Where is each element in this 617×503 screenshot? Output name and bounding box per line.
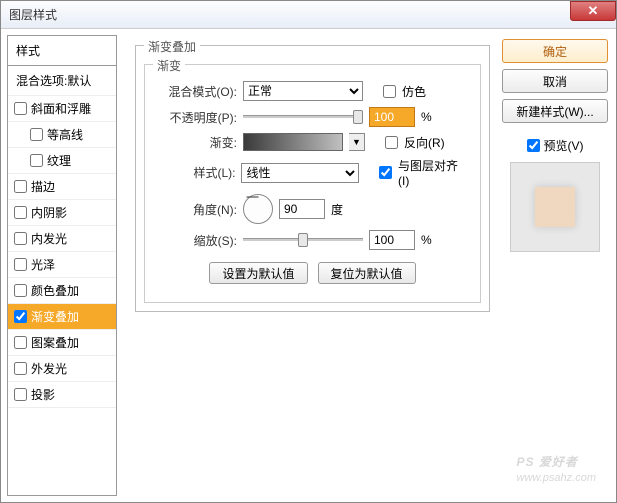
style-item-label: 颜色叠加	[31, 282, 79, 299]
new-style-button[interactable]: 新建样式(W)...	[502, 99, 608, 123]
cancel-button[interactable]: 取消	[502, 69, 608, 93]
style-item-label: 描边	[31, 178, 55, 195]
scale-slider[interactable]	[243, 233, 363, 247]
styles-header[interactable]: 样式	[8, 36, 116, 66]
preview-label: 预览(V)	[544, 137, 584, 154]
style-item-checkbox[interactable]	[30, 154, 43, 167]
angle-dial[interactable]	[243, 194, 273, 224]
style-item-checkbox[interactable]	[14, 180, 27, 193]
angle-label: 角度(N):	[157, 201, 237, 218]
style-item-checkbox[interactable]	[14, 206, 27, 219]
blend-options-item[interactable]: 混合选项:默认	[8, 66, 116, 96]
action-column: 确定 取消 新建样式(W)... 预览(V)	[500, 35, 610, 496]
gradient-dropdown-icon[interactable]: ▼	[349, 133, 365, 151]
style-item-checkbox[interactable]	[14, 102, 27, 115]
style-item-label: 斜面和浮雕	[31, 100, 91, 117]
gradient-group: 渐变 混合模式(O): 正常 仿色 不透明度(P): %	[144, 64, 481, 303]
scale-label: 缩放(S):	[157, 232, 237, 249]
style-item-checkbox[interactable]	[14, 258, 27, 271]
group-legend: 渐变叠加	[144, 38, 200, 55]
watermark: PS 爱好者 www.psahz.com	[517, 449, 596, 484]
ok-button[interactable]: 确定	[502, 39, 608, 63]
style-item-10[interactable]: 外发光	[8, 356, 116, 382]
align-checkbox[interactable]	[379, 166, 392, 179]
opacity-input[interactable]	[369, 107, 415, 127]
gradient-overlay-group: 渐变叠加 渐变 混合模式(O): 正常 仿色 不透明度(P): %	[135, 45, 490, 312]
blend-mode-select[interactable]: 正常	[243, 81, 363, 101]
style-item-9[interactable]: 图案叠加	[8, 330, 116, 356]
styles-list: 样式 混合选项:默认 斜面和浮雕等高线纹理描边内阴影内发光光泽颜色叠加渐变叠加图…	[7, 35, 117, 496]
close-button[interactable]: ✕	[570, 1, 616, 21]
style-item-label: 投影	[31, 386, 55, 403]
reverse-checkbox[interactable]	[385, 136, 398, 149]
style-item-label: 图案叠加	[31, 334, 79, 351]
dialog-body: 样式 混合选项:默认 斜面和浮雕等高线纹理描边内阴影内发光光泽颜色叠加渐变叠加图…	[1, 29, 616, 502]
angle-input[interactable]	[279, 199, 325, 219]
gradient-swatch[interactable]	[243, 133, 343, 151]
style-item-5[interactable]: 内发光	[8, 226, 116, 252]
blend-mode-label: 混合模式(O):	[157, 83, 237, 100]
reset-default-button[interactable]: 复位为默认值	[318, 262, 416, 284]
style-item-checkbox[interactable]	[14, 362, 27, 375]
style-item-checkbox[interactable]	[30, 128, 43, 141]
opacity-label: 不透明度(P):	[157, 109, 237, 126]
scale-unit: %	[421, 233, 432, 247]
style-item-8[interactable]: 渐变叠加	[8, 304, 116, 330]
style-item-6[interactable]: 光泽	[8, 252, 116, 278]
style-item-checkbox[interactable]	[14, 232, 27, 245]
style-item-label: 渐变叠加	[31, 308, 79, 325]
style-item-2[interactable]: 纹理	[8, 148, 116, 174]
title-bar: 图层样式 ✕	[1, 1, 616, 29]
scale-input[interactable]	[369, 230, 415, 250]
style-item-11[interactable]: 投影	[8, 382, 116, 408]
set-default-button[interactable]: 设置为默认值	[209, 262, 307, 284]
style-item-7[interactable]: 颜色叠加	[8, 278, 116, 304]
style-item-label: 光泽	[31, 256, 55, 273]
style-item-4[interactable]: 内阴影	[8, 200, 116, 226]
opacity-unit: %	[421, 110, 432, 124]
style-item-1[interactable]: 等高线	[8, 122, 116, 148]
style-item-checkbox[interactable]	[14, 310, 27, 323]
inner-legend: 渐变	[153, 57, 185, 74]
settings-panel: 渐变叠加 渐变 混合模式(O): 正常 仿色 不透明度(P): %	[125, 35, 500, 496]
reverse-label: 反向(R)	[404, 134, 445, 151]
layer-style-dialog: 图层样式 ✕ 样式 混合选项:默认 斜面和浮雕等高线纹理描边内阴影内发光光泽颜色…	[0, 0, 617, 503]
style-item-checkbox[interactable]	[14, 336, 27, 349]
style-item-3[interactable]: 描边	[8, 174, 116, 200]
window-title: 图层样式	[9, 6, 57, 23]
preview-thumbnail	[510, 162, 600, 252]
gradient-label: 渐变:	[157, 134, 237, 151]
align-label: 与图层对齐(I)	[398, 157, 468, 188]
angle-unit: 度	[331, 201, 343, 218]
preview-checkbox[interactable]	[527, 139, 540, 152]
preview-inner	[535, 187, 575, 227]
style-select[interactable]: 线性	[241, 163, 359, 183]
style-item-label: 内发光	[31, 230, 67, 247]
style-item-label: 内阴影	[31, 204, 67, 221]
style-item-0[interactable]: 斜面和浮雕	[8, 96, 116, 122]
dither-checkbox[interactable]	[383, 85, 396, 98]
style-item-checkbox[interactable]	[14, 388, 27, 401]
style-item-checkbox[interactable]	[14, 284, 27, 297]
dither-label: 仿色	[402, 83, 426, 100]
style-item-label: 外发光	[31, 360, 67, 377]
opacity-slider[interactable]	[243, 110, 363, 124]
style-label: 样式(L):	[157, 164, 235, 181]
style-item-label: 等高线	[47, 126, 83, 143]
style-item-label: 纹理	[47, 152, 71, 169]
